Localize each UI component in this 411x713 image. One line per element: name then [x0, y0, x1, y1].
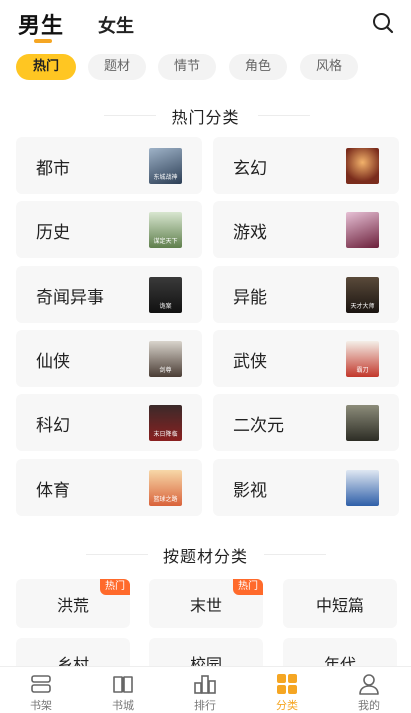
- theme-card[interactable]: 洪荒 热门: [16, 579, 130, 628]
- category-card[interactable]: 都市 东城战神: [16, 137, 202, 194]
- category-card[interactable]: 仙侠 剑尊: [16, 330, 202, 387]
- cover-title: 剑尊: [159, 367, 172, 374]
- chip-hot[interactable]: 热门: [16, 54, 76, 80]
- category-card[interactable]: 影视: [213, 459, 399, 516]
- cover-title: 谋定天下: [153, 238, 178, 245]
- category-card[interactable]: 游戏: [213, 201, 399, 258]
- category-label: 影视: [233, 481, 267, 501]
- book-cover: 谋定天下: [149, 212, 182, 248]
- category-label: 历史: [36, 223, 70, 243]
- bookshelf-icon: [31, 675, 51, 693]
- tab-bookstore[interactable]: 书城: [82, 667, 164, 713]
- chip-plot[interactable]: 情节: [158, 54, 216, 80]
- profile-icon: [359, 674, 379, 695]
- category-card[interactable]: 历史 谋定天下: [16, 201, 202, 258]
- tab-label: 分类: [276, 699, 298, 712]
- filter-chips: 热门 题材 情节 角色 风格: [0, 54, 411, 82]
- book-cover: 篮球之路: [149, 470, 182, 506]
- cover-title: 诡案: [159, 303, 172, 310]
- book-cover: [346, 212, 379, 248]
- category-label: 玄幻: [233, 159, 267, 179]
- category-card[interactable]: 异能 天才大师: [213, 266, 399, 323]
- book-cover: 诡案: [149, 277, 182, 313]
- divider-line: [258, 115, 310, 116]
- hot-badge: 热门: [233, 579, 263, 595]
- category-label: 体育: [36, 481, 70, 501]
- category-label: 异能: [233, 288, 267, 308]
- book-cover: 霸刀: [346, 341, 379, 377]
- tab-profile[interactable]: 我的: [328, 667, 410, 713]
- tab-female[interactable]: 女生: [98, 12, 134, 38]
- book-cover: 剑尊: [149, 341, 182, 377]
- tab-category[interactable]: 分类: [246, 667, 328, 713]
- category-card[interactable]: 玄幻: [213, 137, 399, 194]
- category-label: 仙侠: [36, 352, 70, 372]
- section-title-popular: 热门分类: [0, 104, 411, 127]
- tab-bookshelf[interactable]: 书架: [0, 667, 82, 713]
- book-cover: 东城战神: [149, 148, 182, 184]
- divider-line: [104, 115, 156, 116]
- theme-card[interactable]: 末世 热门: [149, 579, 263, 628]
- ranking-icon: [194, 675, 216, 694]
- book-open-icon: [113, 676, 133, 693]
- category-card[interactable]: 二次元: [213, 394, 399, 451]
- category-label: 二次元: [233, 416, 284, 436]
- chip-role[interactable]: 角色: [229, 54, 287, 80]
- divider-line: [264, 554, 326, 555]
- section-title-text: 按题材分类: [162, 547, 248, 566]
- cover-title: 末日降临: [153, 431, 178, 438]
- theme-label: 中短篇: [315, 596, 364, 615]
- category-card[interactable]: 体育 篮球之路: [16, 459, 202, 516]
- tab-label: 排行: [194, 699, 216, 712]
- cover-title: 篮球之路: [153, 496, 178, 503]
- book-cover: [346, 405, 379, 441]
- tab-label: 我的: [358, 699, 380, 712]
- cover-title: 天才大师: [350, 303, 375, 310]
- divider-line: [86, 554, 148, 555]
- tab-label: 书架: [30, 699, 52, 712]
- book-cover: 天才大师: [346, 277, 379, 313]
- chip-style[interactable]: 风格: [300, 54, 358, 80]
- cover-title: 东城战神: [153, 174, 178, 181]
- category-label: 武侠: [233, 352, 267, 372]
- bottom-tab-bar: 书架 书城 排行 分类 我的: [0, 666, 411, 713]
- category-card[interactable]: 奇闻异事 诡案: [16, 266, 202, 323]
- section-title-text: 热门分类: [171, 108, 240, 127]
- category-label: 都市: [36, 159, 70, 179]
- section-title-theme: 按题材分类: [0, 543, 411, 566]
- chip-theme[interactable]: 题材: [88, 54, 146, 80]
- tab-label: 书城: [112, 699, 134, 712]
- cover-title: 霸刀: [356, 367, 369, 374]
- tab-ranking[interactable]: 排行: [164, 667, 246, 713]
- category-label: 奇闻异事: [36, 288, 104, 308]
- category-card[interactable]: 科幻 末日降临: [16, 394, 202, 451]
- theme-card[interactable]: 中短篇: [283, 579, 397, 628]
- active-tab-indicator: [34, 39, 52, 43]
- category-label: 游戏: [233, 223, 267, 243]
- category-label: 科幻: [36, 416, 70, 436]
- book-cover: [346, 148, 379, 184]
- book-cover: [346, 470, 379, 506]
- search-button[interactable]: [371, 11, 395, 35]
- header: 男生 女生: [0, 0, 411, 48]
- book-cover: 末日降临: [149, 405, 182, 441]
- hot-badge: 热门: [100, 579, 130, 595]
- tab-male[interactable]: 男生: [18, 8, 64, 40]
- category-card[interactable]: 武侠 霸刀: [213, 330, 399, 387]
- category-grid-icon: [277, 674, 297, 694]
- search-icon: [373, 13, 394, 34]
